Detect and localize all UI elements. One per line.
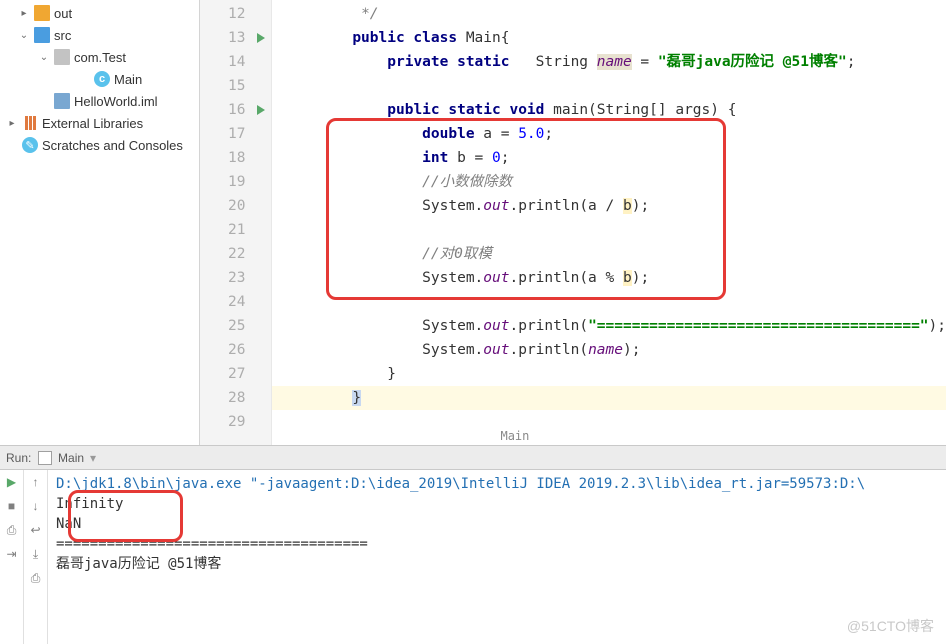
- line-number[interactable]: 16: [200, 98, 271, 122]
- line-number: 19: [200, 170, 271, 194]
- tree-label: src: [54, 28, 71, 43]
- tree-node-out[interactable]: ▸out: [0, 2, 199, 24]
- tree-label: Main: [114, 72, 142, 87]
- console-line: NaN: [56, 514, 938, 534]
- console-line: Infinity: [56, 494, 938, 514]
- tree-label: com.Test: [74, 50, 126, 65]
- wrap-button[interactable]: ↩: [28, 522, 44, 538]
- tree-label: out: [54, 6, 72, 21]
- console-line: 磊哥java历险记 @51博客: [56, 554, 938, 574]
- tree-node-scratches[interactable]: ✎Scratches and Consoles: [0, 134, 199, 156]
- line-number: 26: [200, 338, 271, 362]
- up-button[interactable]: ↑: [28, 474, 44, 490]
- watermark: @51CTO博客: [847, 616, 934, 636]
- line-number: 28: [200, 386, 271, 410]
- line-number: 23: [200, 266, 271, 290]
- line-number: 25: [200, 314, 271, 338]
- run-header[interactable]: Run: Main ▾: [0, 446, 946, 470]
- line-number: 22: [200, 242, 271, 266]
- line-number: 14: [200, 50, 271, 74]
- console-output[interactable]: D:\jdk1.8\bin\java.exe "-javaagent:D:\id…: [48, 470, 946, 644]
- project-tree[interactable]: ▸out ⌄src ⌄com.Test cMain HelloWorld.iml…: [0, 0, 200, 445]
- line-number: 29: [200, 410, 271, 434]
- tree-node-iml[interactable]: HelloWorld.iml: [0, 90, 199, 112]
- line-number: 12: [200, 2, 271, 26]
- line-number: 15: [200, 74, 271, 98]
- tree-node-src[interactable]: ⌄src: [0, 24, 199, 46]
- line-number: 24: [200, 290, 271, 314]
- line-number: 18: [200, 146, 271, 170]
- code-area[interactable]: */ public class Main{ private static Str…: [272, 0, 946, 445]
- stop-button[interactable]: ■: [4, 498, 20, 514]
- console-line: =====================================: [56, 534, 938, 554]
- run-tab[interactable]: Main: [58, 451, 84, 465]
- line-number: 20: [200, 194, 271, 218]
- run-config-icon: [38, 451, 52, 465]
- dump-button[interactable]: ⎙: [4, 522, 20, 538]
- run-tool-window: Run: Main ▾ ▶ ■ ⎙ ⇥ ↑ ↓ ↩ ⤓ ⎙ D:\jdk1.8\…: [0, 445, 946, 644]
- tree-label: Scratches and Consoles: [42, 138, 183, 153]
- tree-label: HelloWorld.iml: [74, 94, 158, 109]
- breadcrumb[interactable]: Main: [500, 429, 529, 443]
- tree-label: External Libraries: [42, 116, 143, 131]
- print-button[interactable]: ⎙: [28, 570, 44, 586]
- line-number: 27: [200, 362, 271, 386]
- tree-node-package[interactable]: ⌄com.Test: [0, 46, 199, 68]
- editor-gutter: 12 13 14 15 16 17 18 19 20 21 22 23 24 2…: [200, 0, 272, 445]
- tree-node-main-class[interactable]: cMain: [0, 68, 199, 90]
- scroll-button[interactable]: ⤓: [28, 546, 44, 562]
- line-number: 17: [200, 122, 271, 146]
- run-label: Run:: [6, 451, 31, 465]
- run-toolbar-right: ↑ ↓ ↩ ⤓ ⎙: [24, 470, 48, 644]
- rerun-button[interactable]: ▶: [4, 474, 20, 490]
- tree-node-external-libraries[interactable]: ▸External Libraries: [0, 112, 199, 134]
- down-button[interactable]: ↓: [28, 498, 44, 514]
- code-editor[interactable]: 12 13 14 15 16 17 18 19 20 21 22 23 24 2…: [200, 0, 946, 445]
- exit-button[interactable]: ⇥: [4, 546, 20, 562]
- line-number: 21: [200, 218, 271, 242]
- line-number[interactable]: 13: [200, 26, 271, 50]
- run-toolbar-left: ▶ ■ ⎙ ⇥: [0, 470, 24, 644]
- console-command: D:\jdk1.8\bin\java.exe "-javaagent:D:\id…: [56, 474, 938, 494]
